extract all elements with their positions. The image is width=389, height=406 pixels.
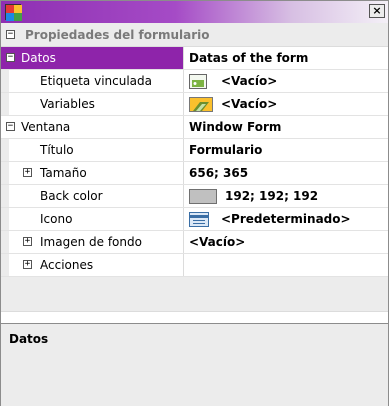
property-name-cell[interactable]: Variables (1, 93, 184, 115)
property-row-ventana[interactable]: − Ventana Window Form (1, 116, 388, 139)
property-value: Formulario (189, 143, 263, 157)
property-value: <Vacío> (189, 235, 246, 249)
property-value-cell[interactable]: 656; 365 (185, 162, 388, 184)
property-name: Variables (40, 97, 95, 111)
property-row-tamano[interactable]: + Tamaño 656; 365 (1, 162, 388, 185)
property-row-titulo[interactable]: Título Formulario (1, 139, 388, 162)
property-name: Etiqueta vinculada (40, 74, 153, 88)
property-row-imagen-de-fondo[interactable]: + Imagen de fondo <Vacío> (1, 231, 388, 254)
property-row-back-color[interactable]: Back color 192; 192; 192 (1, 185, 388, 208)
property-value: 192; 192; 192 (225, 189, 319, 203)
property-value: 656; 365 (189, 166, 249, 180)
expand-toggle-icon[interactable]: + (23, 260, 32, 269)
property-name: Acciones (40, 258, 94, 272)
property-row-datos[interactable]: − Datos Datas of the form (1, 47, 388, 70)
property-name-cell[interactable]: Etiqueta vinculada (1, 70, 184, 92)
property-value: Datas of the form (189, 51, 309, 65)
property-name: Imagen de fondo (40, 235, 142, 249)
form-icon (189, 212, 209, 227)
property-row-etiqueta-vinculada[interactable]: Etiqueta vinculada <Vacío> (1, 70, 388, 93)
property-name-cell[interactable]: − Ventana (1, 116, 184, 138)
property-name: Icono (40, 212, 73, 226)
property-value-cell[interactable]: <Vacío> (185, 231, 388, 253)
collapse-toggle-icon[interactable]: − (6, 53, 15, 62)
expand-toggle-icon[interactable]: + (23, 237, 32, 246)
close-button[interactable]: × (369, 4, 385, 18)
variables-icon (189, 97, 213, 112)
title-bar[interactable]: × (1, 1, 388, 23)
category-form-properties: − Propiedades del formulario (1, 24, 388, 47)
expand-toggle-icon[interactable]: + (23, 168, 32, 177)
description-title: Datos (9, 332, 49, 346)
property-value-cell[interactable]: Datas of the form (185, 47, 388, 69)
app-icon (5, 4, 22, 21)
property-value: <Vacío> (221, 74, 278, 88)
property-value: <Vacío> (221, 97, 278, 111)
property-name: Ventana (21, 120, 71, 134)
property-name: Datos (21, 51, 56, 65)
property-name-cell[interactable]: Icono (1, 208, 184, 230)
property-name-cell[interactable]: − Datos (1, 47, 184, 69)
property-row-icono[interactable]: Icono <Predeterminado> (1, 208, 388, 231)
property-name: Título (40, 143, 74, 157)
tag-icon (189, 74, 207, 89)
property-value-cell[interactable]: <Vacío> (185, 93, 388, 115)
collapse-toggle-icon[interactable]: − (6, 122, 15, 131)
property-name-cell[interactable]: Back color (1, 185, 184, 207)
property-name-cell[interactable]: Título (1, 139, 184, 161)
property-name: Tamaño (40, 166, 87, 180)
property-value-cell[interactable]: Window Form (185, 116, 388, 138)
property-row-variables[interactable]: Variables <Vacío> (1, 93, 388, 116)
property-name-cell[interactable]: + Acciones (1, 254, 184, 276)
property-row-acciones[interactable]: + Acciones (1, 254, 388, 277)
property-name-cell[interactable]: + Imagen de fondo (1, 231, 184, 253)
property-value: Window Form (189, 120, 282, 134)
property-value-cell[interactable]: <Vacío> (185, 70, 388, 92)
property-name: Back color (40, 189, 103, 203)
property-grid: − Propiedades del formulario − Datos Dat… (1, 24, 388, 277)
color-swatch (189, 189, 217, 204)
property-name-cell[interactable]: + Tamaño (1, 162, 184, 184)
collapse-toggle-icon[interactable]: − (6, 30, 15, 39)
property-value-cell[interactable] (185, 254, 388, 276)
category-label: Propiedades del formulario (25, 28, 210, 42)
properties-window: × − Propiedades del formulario − Datos D… (0, 0, 389, 406)
description-pane: Datos (1, 323, 388, 406)
property-value-cell[interactable]: Formulario (185, 139, 388, 161)
property-value-cell[interactable]: 192; 192; 192 (185, 185, 388, 207)
property-value-cell[interactable]: <Predeterminado> (185, 208, 388, 230)
property-value: <Predeterminado> (221, 212, 351, 226)
